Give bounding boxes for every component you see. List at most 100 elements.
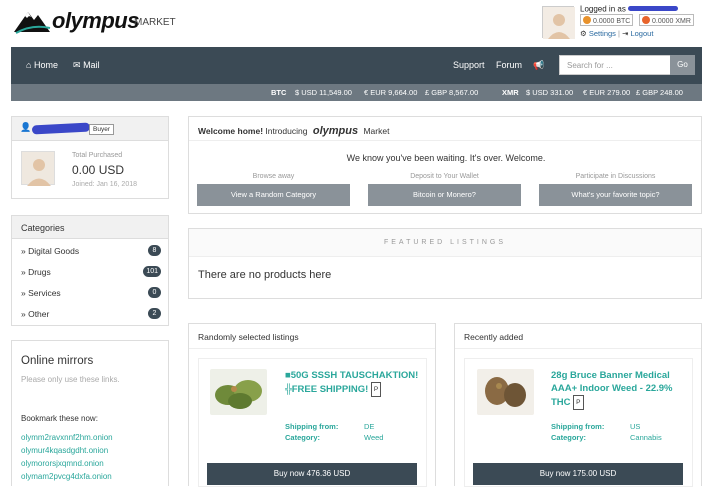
logout-link[interactable]: Logout [630, 29, 653, 38]
account-box: Logged in as 0.0000 BTC 0.0000 XMR ⚙ Set… [542, 4, 702, 41]
btc-usd: $ USD 11,549.00 [295, 88, 352, 97]
category-item-services[interactable]: » Services 0 [21, 287, 161, 298]
category-item-other[interactable]: » Other 2 [21, 308, 161, 319]
listing-card[interactable]: ■50G SSSH TAUSCHAKTION!╬FREE SHIPPING! P… [198, 358, 427, 487]
mirror-link[interactable]: olymam2pvcg4dxfa.onion [21, 472, 112, 481]
featured-title: FEATURED LISTINGS [189, 229, 701, 257]
category-label: Category: [285, 433, 321, 442]
category-label: Category: [551, 433, 587, 442]
user-panel: 👤 Buyer Total Purchased 0.00 USD Joined:… [11, 116, 169, 199]
logged-in-label: Logged in as [580, 4, 678, 13]
discussions-label: Participate in Discussions [575, 173, 656, 180]
xmr-balance[interactable]: 0.0000 XMR [639, 14, 694, 26]
mountain-logo-icon [14, 12, 51, 34]
mirror-link[interactable]: olymur4kqasdgdht.onion [21, 446, 108, 455]
xmr-label: XMR [502, 88, 519, 97]
recently-added-panel: Recently added 28g Bruce Banner Medical … [454, 323, 702, 487]
product-image[interactable] [477, 369, 534, 415]
count-badge: 8 [148, 245, 161, 256]
xmr-usd: $ USD 331.00 [526, 88, 574, 97]
brand-tag: MARKET [134, 17, 176, 28]
btc-label: BTC [271, 88, 287, 97]
count-badge: 0 [148, 287, 161, 298]
nav-support[interactable]: Support [453, 60, 485, 70]
count-badge: 2 [148, 308, 161, 319]
xmr-eur: € EUR 279.00 [583, 88, 631, 97]
mirror-link[interactable]: olymororsjxqmnd.onion [21, 459, 104, 468]
xmr-gbp: £ GBP 248.00 [636, 88, 683, 97]
user-silhouette-icon [543, 7, 575, 39]
mirrors-title: Online mirrors [21, 355, 94, 367]
mail-icon: ✉ [73, 60, 81, 70]
category-item-drugs[interactable]: » Drugs 101 [21, 266, 161, 277]
category-value[interactable]: Weed [364, 433, 383, 442]
welcome-intro: Introducing [265, 126, 308, 136]
shipping-from-label: Shipping from: [285, 422, 339, 431]
categories-title: Categories [12, 216, 168, 239]
product-image[interactable] [210, 369, 267, 415]
monero-icon [642, 16, 650, 24]
bitcoin-icon [583, 16, 591, 24]
nav-forum[interactable]: Forum [496, 60, 522, 70]
mirrors-panel: Online mirrors Please only use these lin… [11, 340, 169, 486]
category-value[interactable]: Cannabis [630, 433, 662, 442]
featured-empty-message: There are no products here [198, 269, 332, 281]
listing-card[interactable]: 28g Bruce Banner Medical AAA+ Indoor Wee… [464, 358, 693, 487]
total-purchased-label: Total Purchased [72, 152, 123, 159]
avatar[interactable] [542, 6, 575, 39]
price-ticker: BTC $ USD 11,549.00 € EUR 9,664.00 £ GBP… [11, 84, 702, 101]
random-listings-title: Randomly selected listings [189, 324, 435, 349]
logout-icon: ⇥ [622, 29, 629, 38]
search-input[interactable]: Search for ... [559, 55, 671, 75]
listing-title[interactable]: ■50G SSSH TAUSCHAKTION!╬FREE SHIPPING! P [285, 369, 425, 397]
shipping-from-value: DE [364, 422, 375, 431]
user-silhouette-icon [27, 159, 51, 186]
shipping-from-label: Shipping from: [551, 422, 605, 431]
random-category-button[interactable]: View a Random Category [197, 184, 350, 206]
welcome-brand: olympus [312, 125, 359, 137]
btc-gbp: £ GBP 8,567.00 [425, 88, 479, 97]
gear-icon: ⚙ [580, 29, 587, 38]
category-item-digital-goods[interactable]: » Digital Goods 8 [21, 245, 161, 256]
buy-now-button[interactable]: Buy now 175.00 USD [473, 463, 683, 485]
welcome-message: We know you've been waiting. It's over. … [346, 153, 546, 163]
forum-topic-button[interactable]: What's your favorite topic? [539, 184, 692, 206]
btc-eur: € EUR 9,664.00 [364, 88, 418, 97]
logo[interactable]: olympus MARKET [12, 6, 182, 36]
nav-mail[interactable]: ✉ Mail [73, 60, 100, 71]
browse-label: Browse away [252, 173, 295, 180]
bookmark-label: Bookmark these now: [21, 414, 98, 423]
recently-added-title: Recently added [455, 324, 701, 349]
main-nav: ⌂ Home ✉ Mail Support Forum 📢 Search for… [11, 47, 702, 84]
shipping-from-value: US [630, 422, 641, 431]
listing-badge: P [573, 395, 584, 410]
count-badge: 101 [143, 266, 161, 277]
listing-badge: P [370, 382, 382, 397]
megaphone-icon[interactable]: 📢 [533, 60, 544, 71]
home-icon: ⌂ [26, 60, 32, 70]
deposit-button[interactable]: Bitcoin or Monero? [368, 184, 521, 206]
joined-date: Joined: Jan 16, 2018 [72, 181, 137, 188]
search-go-button[interactable]: Go [670, 55, 695, 75]
redacted-username [31, 122, 91, 135]
mirrors-subtitle: Please only use these links. [21, 375, 120, 384]
buy-now-button[interactable]: Buy now 476.36 USD [207, 463, 417, 485]
user-icon: 👤 [20, 122, 32, 132]
random-listings-panel: Randomly selected listings ■50G SSSH TAU… [188, 323, 436, 487]
welcome-bold: Welcome home! [198, 126, 264, 136]
listing-title[interactable]: 28g Bruce Banner Medical AAA+ Indoor Wee… [551, 369, 691, 410]
welcome-market: Market [363, 126, 390, 136]
settings-link[interactable]: Settings [589, 29, 616, 38]
total-purchased-value: 0.00 USD [72, 163, 125, 177]
nav-home[interactable]: ⌂ Home [26, 60, 58, 70]
welcome-header: Welcome home! Introducing olympus Market [189, 117, 701, 141]
redacted-username [627, 6, 678, 12]
btc-balance[interactable]: 0.0000 BTC [580, 14, 634, 26]
brand-name: olympus [52, 8, 139, 33]
categories-panel: Categories » Digital Goods 8 » Drugs 101 »… [11, 215, 169, 326]
featured-listings-panel: FEATURED LISTINGS There are no products … [188, 228, 702, 299]
role-badge: Buyer [89, 124, 114, 135]
mirror-link[interactable]: olymm2ravxnnf2hm.onion [21, 433, 113, 442]
deposit-label: Deposit to Your Wallet [410, 173, 479, 180]
avatar [21, 151, 55, 186]
